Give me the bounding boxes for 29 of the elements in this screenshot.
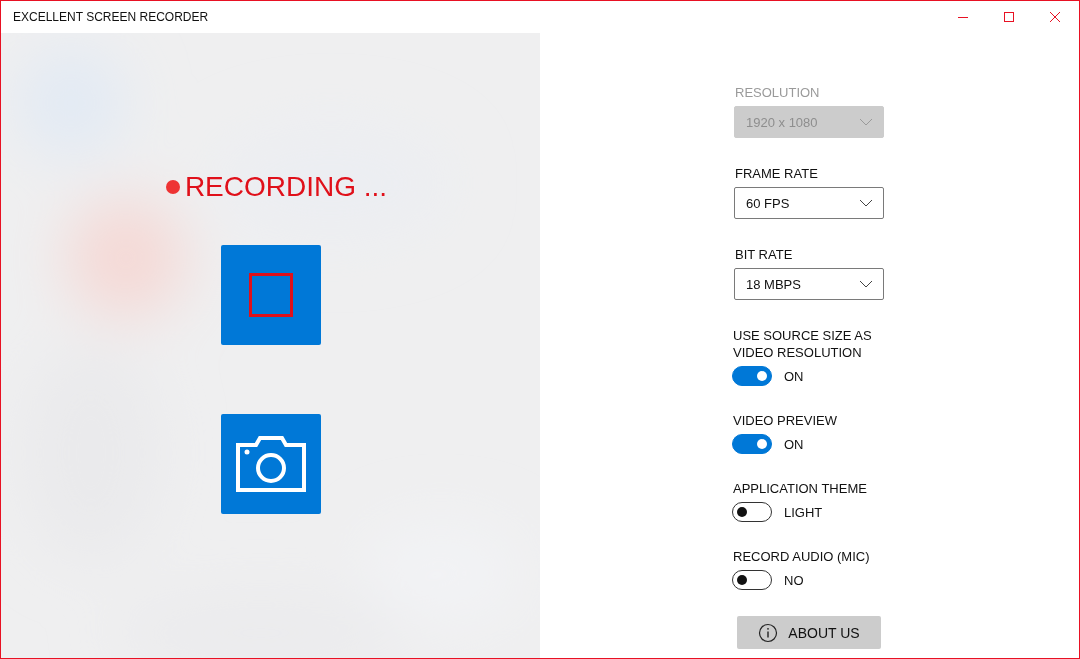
window-title: EXCELLENT SCREEN RECORDER <box>13 10 209 24</box>
setting-label: FRAME RATE <box>735 165 818 182</box>
setting-label: RECORD AUDIO (MIC) <box>733 548 871 565</box>
dropdown[interactable]: 60 FPS <box>734 187 884 219</box>
toggle-state: ON <box>784 436 804 452</box>
toggle-state: NO <box>784 572 804 588</box>
camera-icon <box>235 435 306 493</box>
recording-status: RECORDING ... <box>184 171 388 203</box>
setting-label: APPLICATION THEME <box>733 480 868 497</box>
dropdown[interactable]: 18 MBPS <box>734 268 884 300</box>
toggle-state: LIGHT <box>784 504 823 520</box>
info-icon <box>758 622 779 643</box>
toggle-switch[interactable] <box>732 502 772 522</box>
chevron-down-icon <box>859 199 873 207</box>
setting-label: RESOLUTION <box>735 84 820 101</box>
about-button[interactable]: ABOUT US <box>737 616 881 649</box>
setting-label: USE SOURCE SIZE AS VIDEO RESOLUTION <box>733 327 873 361</box>
chevron-down-icon <box>859 118 873 126</box>
toggle-switch[interactable] <box>732 434 772 454</box>
toggle-switch[interactable] <box>732 570 772 590</box>
setting-label: BIT RATE <box>735 246 793 263</box>
stop-icon <box>248 273 293 317</box>
maximize-icon[interactable] <box>1003 11 1015 23</box>
close-icon[interactable] <box>1049 11 1061 23</box>
toggle-state: ON <box>784 368 804 384</box>
toggle-switch[interactable] <box>732 366 772 386</box>
chevron-down-icon <box>859 280 873 288</box>
screenshot-button[interactable] <box>220 414 321 514</box>
setting-label: VIDEO PREVIEW <box>733 412 839 429</box>
